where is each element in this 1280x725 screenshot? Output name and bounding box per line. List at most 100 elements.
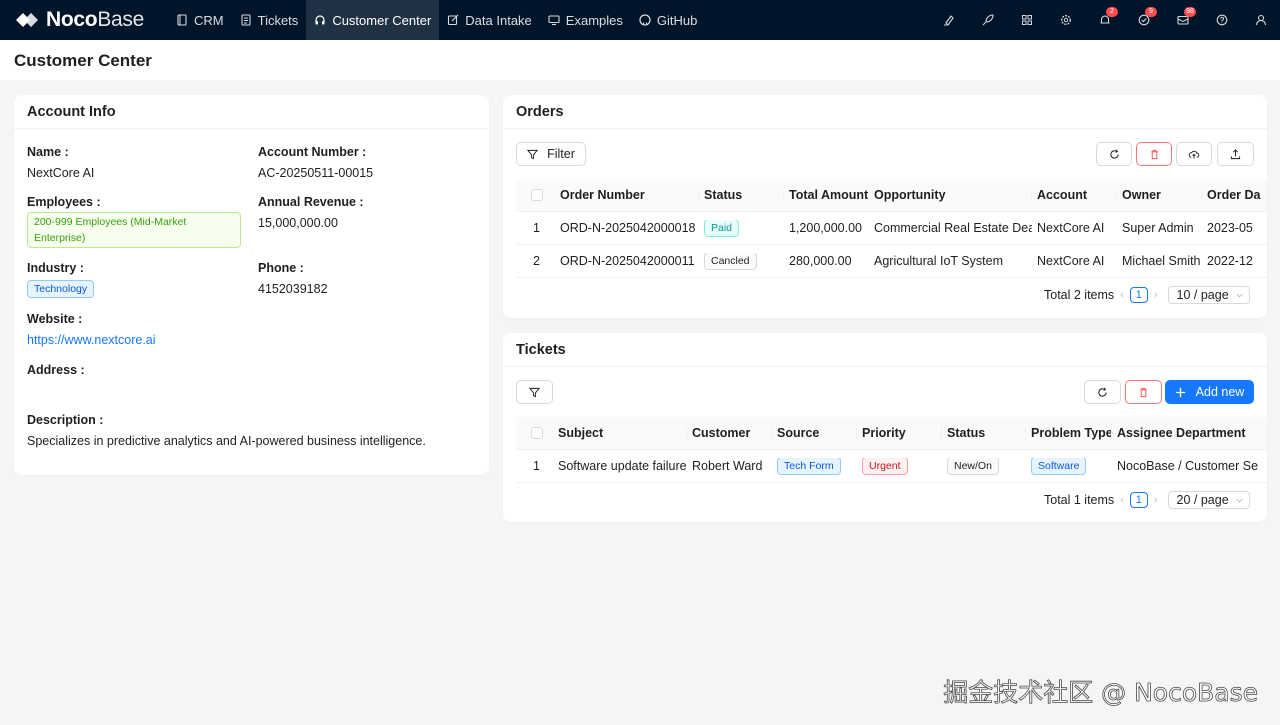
- select-all-checkbox[interactable]: [531, 427, 543, 439]
- priority-tag: Urgent: [862, 458, 908, 475]
- column-header[interactable]: Status: [947, 426, 985, 440]
- top-navbar: NocoBase CRM Tickets Customer Center Dat…: [0, 0, 1280, 40]
- field-description: Description : Specializes in predictive …: [27, 413, 426, 448]
- add-new-button[interactable]: Add new: [1165, 380, 1254, 404]
- nav-item-label: Data Intake: [465, 12, 532, 28]
- github-icon: [639, 14, 651, 26]
- nav-item-crm[interactable]: CRM: [168, 0, 232, 40]
- logo-icon: [14, 10, 40, 30]
- source-tag: Tech Form: [777, 458, 841, 475]
- column-header[interactable]: Total Amount: [789, 188, 868, 202]
- field-name: Name : NextCore AI: [27, 145, 95, 180]
- field-account-number: Account Number : AC-20250511-00015: [258, 145, 374, 180]
- file-text-icon: [241, 14, 251, 26]
- website-link[interactable]: https://www.nextcore.ai: [27, 333, 156, 347]
- check-circle-icon[interactable]: 9: [1124, 0, 1163, 40]
- import-button[interactable]: [1176, 142, 1212, 166]
- account: NextCore AI: [1037, 221, 1105, 235]
- logo-text: NocoBase: [46, 8, 144, 31]
- delete-button[interactable]: [1125, 380, 1162, 404]
- delete-icon: [1150, 149, 1158, 159]
- field-value: NextCore AI: [27, 166, 95, 180]
- highlighter-icon[interactable]: [929, 0, 968, 40]
- tickets-pagination: Total 1 items ‹ 1 › 20 / page: [1044, 491, 1250, 509]
- prev-page-icon[interactable]: ‹: [1120, 494, 1124, 506]
- field-label: Annual Revenue: [258, 195, 356, 209]
- watermark: 掘金技术社区 @ NocoBase: [943, 678, 1259, 708]
- opportunity: Commercial Real Estate Deal: [874, 221, 1032, 235]
- column-header[interactable]: Customer: [692, 426, 750, 440]
- total-amount: 280,000.00: [789, 254, 852, 268]
- field-label: Address: [27, 363, 78, 377]
- refresh-button[interactable]: [1096, 142, 1132, 166]
- nav-item-label: CRM: [194, 12, 224, 28]
- field-address: Address :: [27, 363, 85, 377]
- field-label: Description: [27, 413, 96, 427]
- problem-type-tag: Software: [1031, 458, 1087, 475]
- nav-item-customer-center[interactable]: Customer Center: [306, 0, 440, 40]
- export-button[interactable]: [1217, 142, 1254, 166]
- total-items: Total 1 items: [1044, 493, 1115, 507]
- page-number[interactable]: 1: [1129, 492, 1148, 508]
- column-header[interactable]: Account: [1037, 188, 1087, 202]
- grid-icon[interactable]: [1007, 0, 1046, 40]
- assignee-department: NocoBase / Customer Se: [1117, 459, 1259, 473]
- subject-link[interactable]: Software update failure: [558, 459, 688, 473]
- filter-button[interactable]: [516, 380, 553, 404]
- field-label: Website: [27, 312, 75, 326]
- column-header[interactable]: Opportunity: [874, 188, 946, 202]
- notification-badge: 2: [1106, 7, 1118, 17]
- nav-item-data-intake[interactable]: Data Intake: [439, 0, 540, 40]
- cloud-upload-icon: [1188, 150, 1200, 159]
- next-page-icon[interactable]: ›: [1154, 494, 1158, 506]
- column-header[interactable]: Owner: [1122, 188, 1161, 202]
- logo[interactable]: NocoBase: [0, 0, 168, 40]
- mail-icon[interactable]: 98: [1163, 0, 1202, 40]
- status-tag: Paid: [704, 220, 740, 237]
- account: NextCore AI: [1037, 254, 1105, 268]
- page-number[interactable]: 1: [1129, 287, 1148, 303]
- delete-button[interactable]: [1136, 142, 1172, 166]
- column-header[interactable]: Status: [704, 188, 742, 202]
- help-icon[interactable]: [1202, 0, 1241, 40]
- nav-item-github[interactable]: GitHub: [631, 0, 705, 40]
- add-new-label: Add new: [1195, 385, 1245, 399]
- prev-page-icon[interactable]: ‹: [1120, 289, 1124, 301]
- column-header[interactable]: Order Number: [560, 188, 645, 202]
- column-header[interactable]: Order Da: [1207, 188, 1261, 202]
- order-number-link[interactable]: ORD-N-2025042000011: [560, 254, 700, 268]
- next-page-icon[interactable]: ›: [1154, 289, 1158, 301]
- page-size-select[interactable]: 10 / page: [1167, 286, 1250, 304]
- customer-link[interactable]: Robert Ward: [692, 459, 762, 473]
- column-header[interactable]: Priority: [862, 426, 906, 440]
- filter-button[interactable]: Filter: [516, 142, 586, 166]
- chevron-down-icon: [1235, 293, 1243, 298]
- column-header[interactable]: Assignee Department: [1117, 426, 1246, 440]
- bell-icon[interactable]: 2: [1085, 0, 1124, 40]
- tickets-table-header: Subject Customer Source Priority Status …: [516, 417, 1267, 450]
- table-row[interactable]: 1 ORD-N-2025042000018 Paid 1,200,000.00 …: [516, 212, 1267, 245]
- orders-table-header: Order Number Status Total Amount Opportu…: [516, 179, 1267, 212]
- orders-card: Orders Filter Order Number Status Total …: [503, 95, 1267, 318]
- table-row[interactable]: 1 Software update failure Robert Ward Te…: [516, 450, 1267, 483]
- row-index: 1: [533, 459, 540, 473]
- user-icon[interactable]: [1241, 0, 1280, 40]
- field-label: Phone: [258, 261, 297, 275]
- column-header[interactable]: Problem Type: [1031, 426, 1113, 440]
- settings-icon[interactable]: [1046, 0, 1085, 40]
- field-value: 4152039182: [258, 282, 328, 296]
- rocket-icon[interactable]: [968, 0, 1007, 40]
- table-row[interactable]: 2 ORD-N-2025042000011 Cancled 280,000.00…: [516, 245, 1267, 278]
- field-value: 15,000,000.00: [258, 216, 338, 230]
- page-size-select[interactable]: 20 / page: [1167, 491, 1250, 509]
- refresh-button[interactable]: [1084, 380, 1121, 404]
- account-info-card: Account Info Name : NextCore AI Account …: [14, 95, 489, 475]
- column-header[interactable]: Subject: [558, 426, 603, 440]
- export-icon: [1230, 148, 1241, 159]
- nav-item-examples[interactable]: Examples: [540, 0, 631, 40]
- column-header[interactable]: Source: [777, 426, 819, 440]
- page-header: Customer Center: [0, 40, 1280, 80]
- nav-item-tickets[interactable]: Tickets: [232, 0, 307, 40]
- order-number-link[interactable]: ORD-N-2025042000018: [560, 221, 700, 235]
- select-all-checkbox[interactable]: [531, 189, 543, 201]
